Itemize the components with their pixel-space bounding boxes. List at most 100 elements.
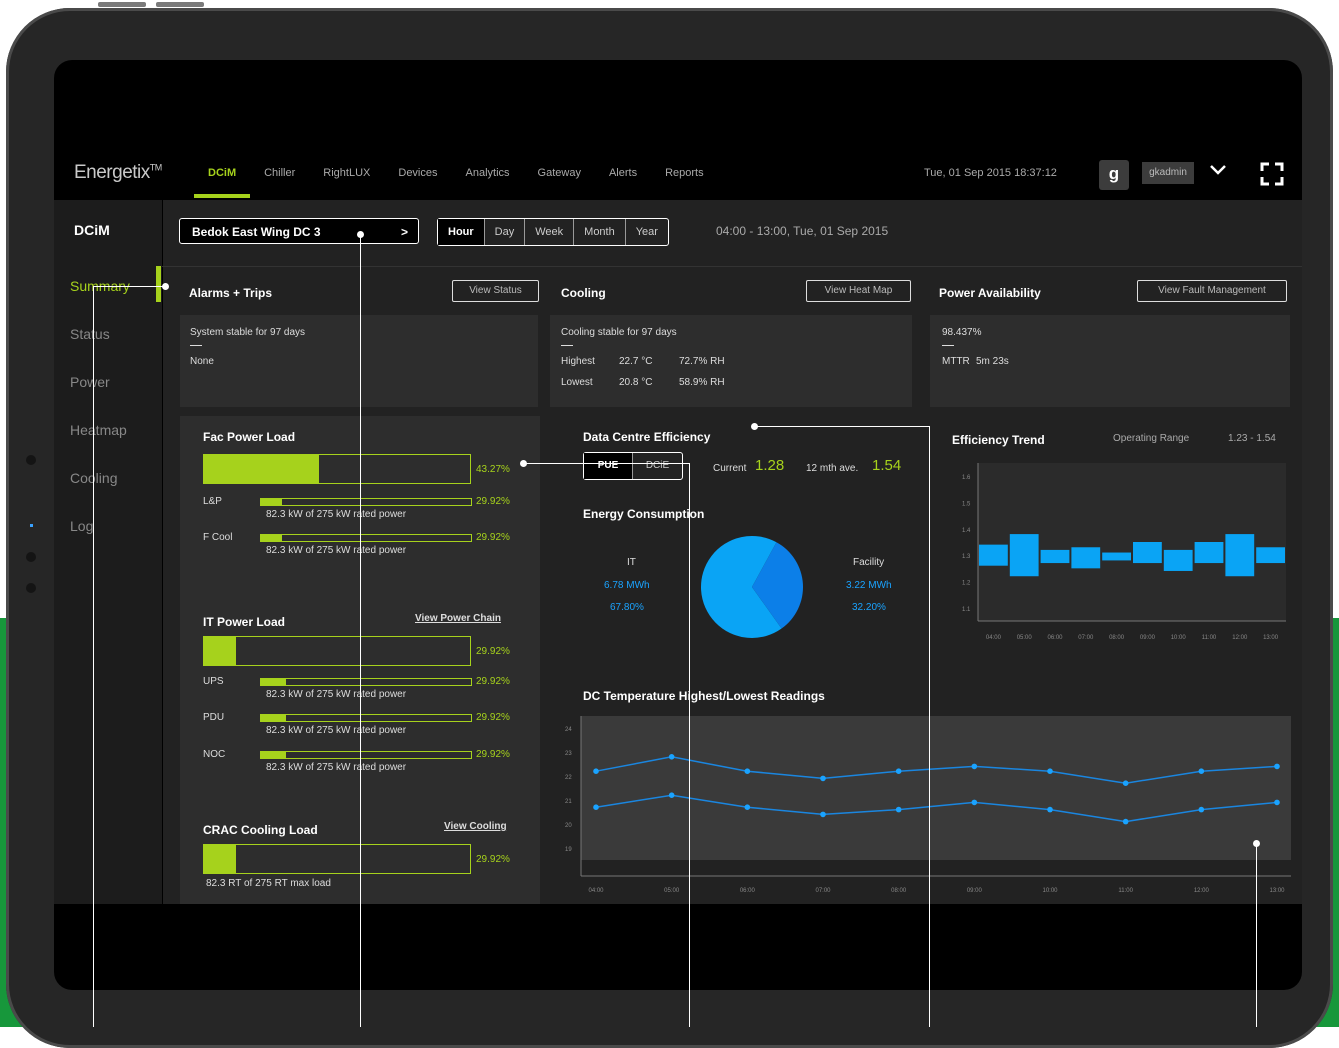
tab-hour[interactable]: Hour xyxy=(438,219,485,245)
temp-x-tick: 10:00 xyxy=(1042,888,1058,894)
main-area: Bedok East Wing DC 3 > Hour Day Week Mont… xyxy=(54,200,1302,904)
efficiency-trend-chart: 1.6 1.5 1.4 1.3 1.2 1.1 04:00 05:00 06:00 07:00 08… xyxy=(962,463,1286,641)
temp-chart-title: DC Temperature Highest/Lowest Readings xyxy=(583,689,825,703)
divider xyxy=(942,345,954,346)
trend-x-tick: 05:00 xyxy=(1017,635,1033,641)
view-status-button[interactable]: View Status xyxy=(452,280,539,302)
trend-bar xyxy=(1194,542,1224,564)
trend-y-tick: 1.2 xyxy=(962,581,971,587)
tab-dcie[interactable]: DCiE xyxy=(633,453,682,479)
chevron-down-icon[interactable] xyxy=(1209,160,1227,183)
temp-point xyxy=(971,763,978,770)
fcool-pct: 29.92% xyxy=(476,532,510,543)
callout-line xyxy=(929,426,930,1027)
fac-power-title: Fac Power Load xyxy=(203,430,296,444)
nav-rightlux[interactable]: RightLUX xyxy=(309,166,384,196)
trend-x-tick: 13:00 xyxy=(1263,635,1279,641)
callout-line xyxy=(93,286,94,1027)
nav-gateway[interactable]: Gateway xyxy=(524,166,595,196)
avatar[interactable]: g xyxy=(1099,160,1129,190)
nav-reports[interactable]: Reports xyxy=(651,166,718,196)
nav-alerts[interactable]: Alerts xyxy=(595,166,651,196)
temp-point xyxy=(1198,768,1205,774)
pdu-detail: 82.3 kW of 275 kW rated power xyxy=(266,725,407,736)
temp-point xyxy=(593,768,599,774)
temp-x-tick: 08:00 xyxy=(891,888,907,894)
cooling-lowest-temp: 20.8 °C xyxy=(619,377,653,388)
temp-point xyxy=(1122,780,1129,786)
site-selector-label: Bedok East Wing DC 3 xyxy=(192,225,321,239)
fac-power-pct: 43.27% xyxy=(476,464,510,475)
alarms-value: None xyxy=(190,356,214,367)
ups-bar-fill xyxy=(261,679,287,685)
temp-x-tick: 06:00 xyxy=(740,888,756,894)
alarms-title: Alarms + Trips xyxy=(189,286,273,300)
avg-label: 12 mth ave. xyxy=(806,463,859,474)
temp-y-tick: 20 xyxy=(565,823,572,829)
nav-devices[interactable]: Devices xyxy=(384,166,451,196)
camera-dot xyxy=(26,552,36,562)
temp-x-tick: 09:00 xyxy=(967,888,983,894)
facility-label: Facility xyxy=(853,557,885,568)
temp-point xyxy=(971,799,978,806)
noc-bar-fill xyxy=(261,752,287,758)
callout-dot xyxy=(520,460,527,467)
mttr-value: 5m 23s xyxy=(976,356,1009,367)
username-label[interactable]: gkadmin xyxy=(1142,162,1194,184)
nav-analytics[interactable]: Analytics xyxy=(452,166,524,196)
cooling-highest-temp: 22.7 °C xyxy=(619,356,653,367)
callout-line xyxy=(1256,843,1257,1027)
crac-pct: 29.92% xyxy=(476,854,510,865)
fac-power-bar-fill xyxy=(204,455,320,483)
trend-x-tick: 06:00 xyxy=(1047,635,1063,641)
fullscreen-icon[interactable] xyxy=(1260,162,1284,186)
lp-label: L&P xyxy=(203,496,222,507)
tab-month[interactable]: Month xyxy=(574,219,626,245)
time-range-tabs: Hour Day Week Month Year xyxy=(437,218,669,246)
divider xyxy=(162,266,1302,267)
divider xyxy=(561,345,573,346)
energy-title: Energy Consumption xyxy=(583,507,705,521)
view-power-chain-link[interactable]: View Power Chain xyxy=(415,613,501,624)
operating-range-label: Operating Range xyxy=(1113,433,1190,444)
volume-button xyxy=(98,2,146,7)
ups-pct: 29.92% xyxy=(476,676,510,687)
temp-point xyxy=(593,804,599,810)
fcool-label: F Cool xyxy=(203,532,233,543)
top-bar: EnergetixTM DCiM Chiller RightLUX Device… xyxy=(54,152,1302,200)
view-heat-map-button[interactable]: View Heat Map xyxy=(806,280,911,302)
tab-pue[interactable]: PUE xyxy=(584,453,633,479)
tab-day[interactable]: Day xyxy=(485,219,526,245)
it-power-pct: 29.92% xyxy=(476,646,510,657)
tab-week[interactable]: Week xyxy=(525,219,575,245)
pdu-pct: 29.92% xyxy=(476,712,510,723)
temp-point xyxy=(895,768,902,774)
site-selector[interactable]: Bedok East Wing DC 3 > xyxy=(179,218,419,244)
main-nav: DCiM Chiller RightLUX Devices Analytics … xyxy=(194,166,718,198)
view-fault-management-button[interactable]: View Fault Management xyxy=(1137,280,1287,302)
pdu-bar-fill xyxy=(261,715,287,721)
nav-chiller[interactable]: Chiller xyxy=(250,166,309,196)
view-cooling-link[interactable]: View Cooling xyxy=(444,821,507,832)
temp-point xyxy=(744,768,751,774)
trend-y-tick: 1.4 xyxy=(962,528,971,534)
temp-y-tick: 19 xyxy=(565,847,572,853)
callout-dot xyxy=(751,423,758,430)
tab-year[interactable]: Year xyxy=(626,219,668,245)
operating-range-value: 1.23 - 1.54 xyxy=(1228,433,1276,444)
trend-x-tick: 11:00 xyxy=(1202,635,1217,641)
current-value: 1.28 xyxy=(755,457,785,474)
mttr-label: MTTR xyxy=(942,356,970,367)
callout-line xyxy=(755,426,929,427)
ups-detail: 82.3 kW of 275 kW rated power xyxy=(266,689,407,700)
it-power-bar xyxy=(203,636,471,666)
tablet-screen: EnergetixTM DCiM Chiller RightLUX Device… xyxy=(54,60,1302,990)
temp-y-tick: 22 xyxy=(565,775,572,781)
noc-label: NOC xyxy=(203,749,226,760)
temp-point xyxy=(1047,768,1053,774)
trend-x-tick: 08:00 xyxy=(1109,635,1125,641)
brand-trademark: TM xyxy=(149,162,163,173)
nav-dcim[interactable]: DCiM xyxy=(194,166,251,198)
volume-button xyxy=(156,2,204,7)
temp-point xyxy=(668,754,675,760)
